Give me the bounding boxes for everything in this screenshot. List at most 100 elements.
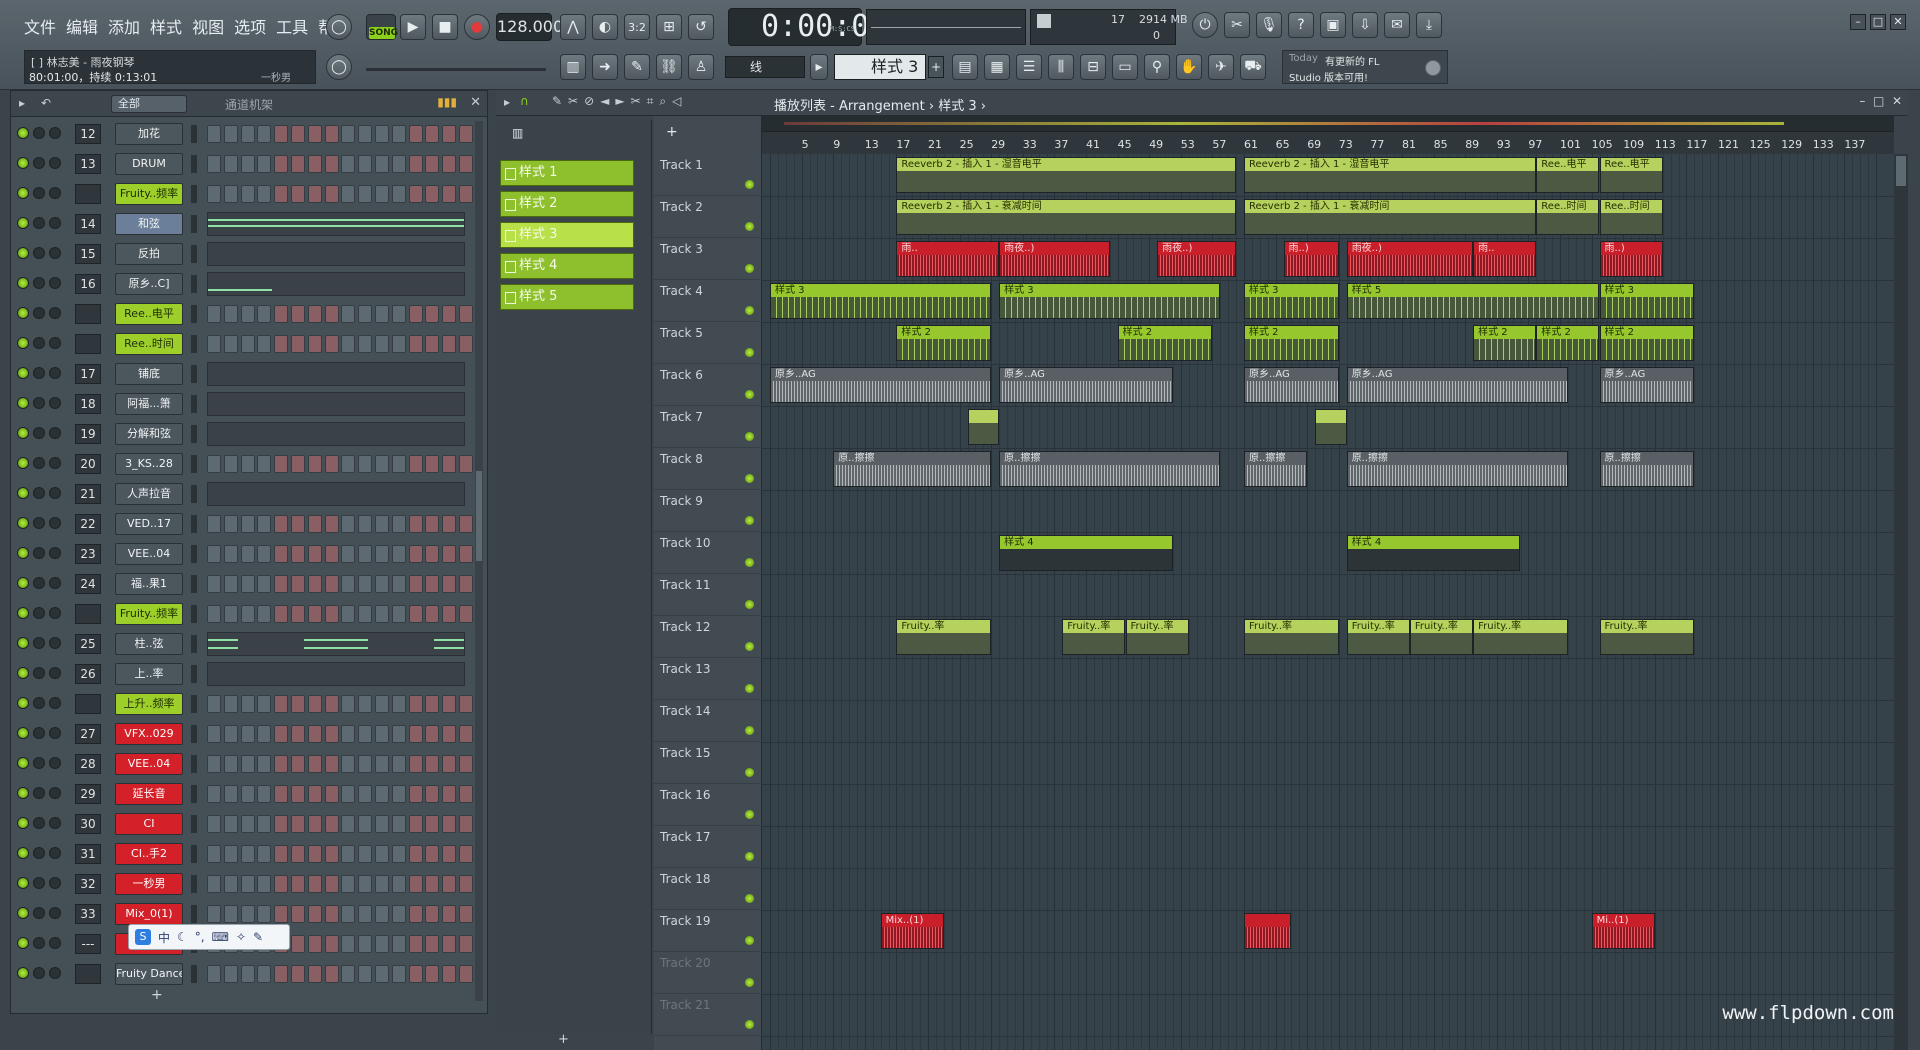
magnet-icon[interactable]: ∩ <box>520 94 529 108</box>
channel-pan-knob[interactable] <box>33 937 45 949</box>
graph-editor-icon[interactable]: ▮▮▮ <box>437 95 457 109</box>
step-button[interactable] <box>240 545 255 563</box>
channel-active-led[interactable] <box>17 187 29 199</box>
plugin-icon[interactable]: ⚲ <box>1144 54 1170 80</box>
step-button[interactable] <box>358 185 373 203</box>
channel-volume-knob[interactable] <box>49 847 61 859</box>
channel-mixer-track[interactable]: 26 <box>75 664 101 684</box>
channel-active-led[interactable] <box>17 637 29 649</box>
step-button[interactable] <box>391 875 406 893</box>
step-button[interactable] <box>223 545 238 563</box>
mini-piano-roll[interactable] <box>207 392 465 416</box>
channel-row[interactable]: 32 一秒男 <box>11 869 481 899</box>
playlist-clip[interactable]: 样式 2 <box>1473 325 1537 361</box>
step-button[interactable] <box>307 335 322 353</box>
step-button[interactable] <box>307 455 322 473</box>
track-header[interactable]: Track 4 <box>654 280 762 322</box>
playlist-clip[interactable]: 样式 3 <box>770 283 992 319</box>
step-button[interactable] <box>324 305 339 323</box>
step-button[interactable] <box>408 515 423 533</box>
track-mute-led[interactable] <box>745 264 754 273</box>
picker-add-button[interactable]: + <box>558 1032 569 1047</box>
channel-row[interactable]: 29 延长音 <box>11 779 481 809</box>
step-button[interactable] <box>358 305 373 323</box>
step-button[interactable] <box>391 785 406 803</box>
step-button[interactable] <box>408 455 423 473</box>
channel-pan-knob[interactable] <box>33 607 45 619</box>
step-button[interactable] <box>459 935 473 953</box>
channel-name-button[interactable]: 上..率 <box>115 663 183 685</box>
channel-active-led[interactable] <box>17 127 29 139</box>
channel-row[interactable]: 26 上..率 <box>11 659 481 689</box>
channel-name-button[interactable]: VEE..04 <box>115 543 183 565</box>
step-button[interactable] <box>324 185 339 203</box>
channel-select-indicator[interactable] <box>191 455 197 473</box>
step-button[interactable] <box>459 305 473 323</box>
track-header[interactable]: Track 10 <box>654 532 762 574</box>
step-button[interactable] <box>375 455 389 473</box>
step-button[interactable] <box>391 515 406 533</box>
channel-active-led[interactable] <box>17 307 29 319</box>
step-button[interactable] <box>442 875 457 893</box>
channel-select-indicator[interactable] <box>191 845 197 863</box>
channel-pan-knob[interactable] <box>33 637 45 649</box>
step-button[interactable] <box>341 155 356 173</box>
pattern-selector[interactable]: 样式 3 <box>834 54 926 80</box>
step-button[interactable] <box>341 125 356 143</box>
step-button[interactable] <box>425 515 440 533</box>
channel-mixer-track[interactable]: 20 <box>75 454 101 474</box>
playlist-clip[interactable]: Fruity..率 <box>896 619 992 655</box>
playlist-clip[interactable]: 原乡..AG <box>999 367 1173 403</box>
step-button[interactable] <box>391 725 406 743</box>
channel-select-indicator[interactable] <box>191 305 197 323</box>
channel-mixer-track[interactable]: 29 <box>75 784 101 804</box>
pattern-item[interactable]: 样式 4 <box>500 253 634 279</box>
step-button[interactable] <box>223 455 238 473</box>
step-button[interactable] <box>459 845 473 863</box>
track-mute-led[interactable] <box>745 600 754 609</box>
track-mute-led[interactable] <box>745 516 754 525</box>
channel-row[interactable]: 20 3_KS..28 <box>11 449 481 479</box>
track-header[interactable]: Track 14 <box>654 700 762 742</box>
playlist-clip[interactable]: 样式 3 <box>1599 283 1695 319</box>
step-button[interactable] <box>459 455 473 473</box>
channel-pan-knob[interactable] <box>33 787 45 799</box>
step-button[interactable] <box>442 965 457 983</box>
channel-pan-knob[interactable] <box>33 577 45 589</box>
step-button[interactable] <box>442 695 457 713</box>
step-button[interactable] <box>307 185 322 203</box>
channel-volume-knob[interactable] <box>49 367 61 379</box>
step-button[interactable] <box>223 305 238 323</box>
step-button[interactable] <box>442 305 457 323</box>
track-mute-led[interactable] <box>745 936 754 945</box>
step-button[interactable] <box>408 785 423 803</box>
step-button[interactable] <box>459 725 473 743</box>
track-header[interactable]: Track 12 <box>654 616 762 658</box>
channel-name-button[interactable]: 柱..弦 <box>115 633 183 655</box>
step-button[interactable] <box>291 785 305 803</box>
picker-piano-icon[interactable]: ▥ <box>512 126 523 140</box>
ime-punct[interactable]: °, <box>195 930 205 944</box>
step-button[interactable] <box>459 785 473 803</box>
channel-name-button[interactable]: Mix_0(1) <box>115 903 183 925</box>
step-button[interactable] <box>425 575 440 593</box>
channel-row[interactable]: 31 CI..手2 <box>11 839 481 869</box>
step-button[interactable] <box>442 935 457 953</box>
step-button[interactable] <box>324 515 339 533</box>
channel-name-button[interactable]: VFX..029 <box>115 723 183 745</box>
channel-name-button[interactable]: CI..手2 <box>115 843 183 865</box>
step-button[interactable] <box>442 515 457 533</box>
step-button[interactable] <box>291 905 305 923</box>
step-button[interactable] <box>207 455 221 473</box>
step-button[interactable] <box>324 695 339 713</box>
step-button[interactable] <box>223 965 238 983</box>
channel-pan-knob[interactable] <box>33 727 45 739</box>
step-button[interactable] <box>425 125 440 143</box>
track-header[interactable]: Track 17 <box>654 826 762 868</box>
step-button[interactable] <box>341 335 356 353</box>
step-button[interactable] <box>257 125 272 143</box>
channel-mixer-track[interactable]: 31 <box>75 844 101 864</box>
channel-select-indicator[interactable] <box>191 215 197 233</box>
ime-toolbar[interactable]: S 中 ☾ °, ⌨ ✧ ✎ <box>128 924 290 950</box>
channel-active-led[interactable] <box>17 397 29 409</box>
